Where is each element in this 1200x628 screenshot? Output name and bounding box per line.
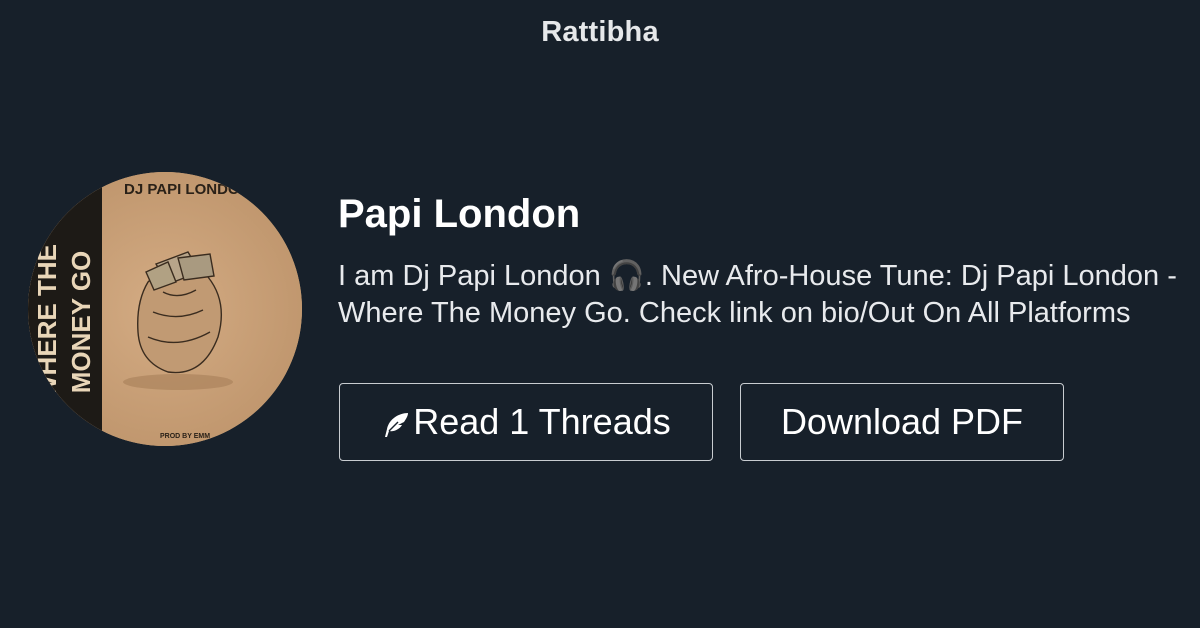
cover-title-line1: WHERE THE: [32, 244, 62, 400]
read-threads-button[interactable]: Read 1 Threads: [339, 383, 713, 461]
profile-name: Papi London: [338, 192, 581, 236]
download-pdf-button[interactable]: Download PDF: [740, 383, 1064, 461]
feather-icon: [381, 410, 411, 440]
profile-bio: I am Dj Papi London 🎧. New Afro-House Tu…: [338, 260, 1177, 329]
cover-artist: DJ PAPI LONDON: [124, 181, 250, 198]
profile-avatar: WHERE THE MONEY GO DJ PAPI LONDON PROD B…: [28, 172, 302, 446]
cover-credit: PROD BY EMM: [160, 433, 210, 440]
download-pdf-label: Download PDF: [780, 401, 1024, 442]
album-cover-art: WHERE THE MONEY GO DJ PAPI LONDON PROD B…: [28, 172, 302, 446]
read-threads-label: Read 1 Threads: [413, 401, 671, 442]
site-title: Rattibha: [541, 16, 659, 48]
cover-title-line2: MONEY GO: [66, 251, 96, 394]
